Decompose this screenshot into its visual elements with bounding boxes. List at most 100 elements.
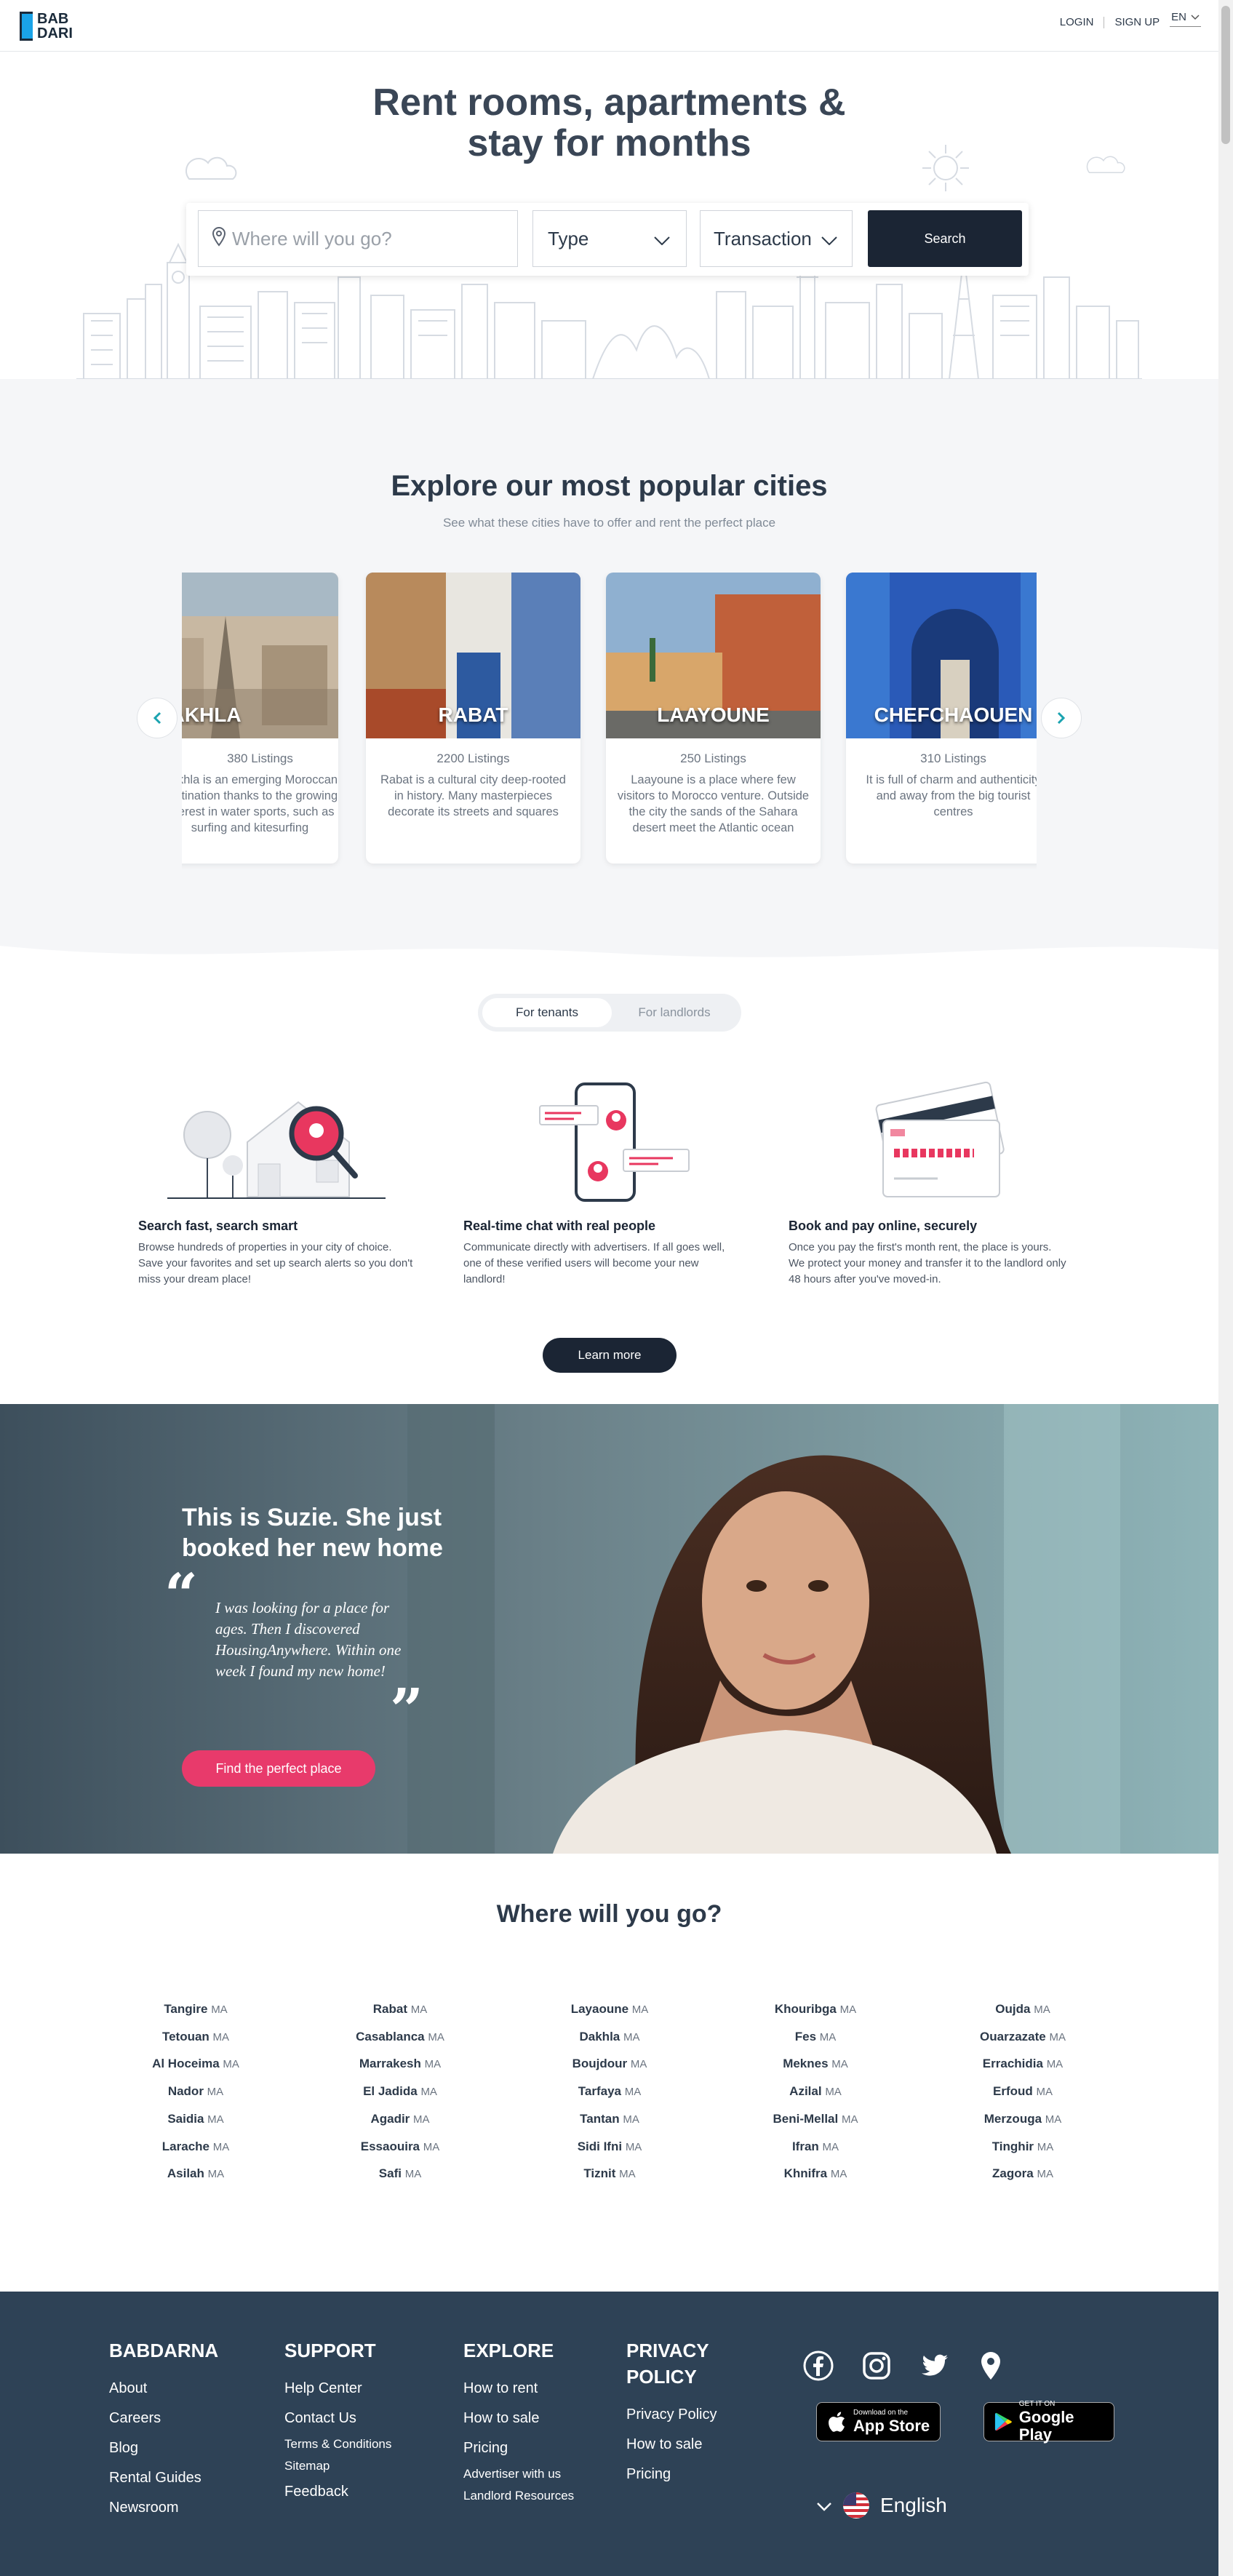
footer-link-how-to-rent[interactable]: How to rent — [463, 2374, 574, 2404]
destination-link[interactable]: El Jadida MA — [306, 2078, 495, 2106]
destination-link[interactable]: Safi MA — [306, 2161, 495, 2188]
destination-link[interactable]: Merzouga MA — [928, 2106, 1117, 2134]
city-card-rabat[interactable]: RABAT 2200 Listings Rabat is a cultural … — [366, 573, 580, 864]
chevron-down-icon — [816, 2494, 832, 2517]
destination-link[interactable]: Essaouira MA — [306, 2134, 495, 2161]
google-play-badge[interactable]: GET IT ON Google Play — [983, 2400, 1114, 2444]
destination-link[interactable]: Tarfaya MA — [515, 2078, 704, 2106]
footer-link-rental-guides[interactable]: Rental Guides — [109, 2463, 218, 2493]
destination-link[interactable]: Casablanca MA — [306, 2024, 495, 2051]
app-store-badge[interactable]: Download on the App Store — [816, 2402, 941, 2441]
app-store-big-text: App Store — [853, 2417, 930, 2435]
carousel-next-button[interactable] — [1041, 698, 1082, 738]
chevron-left-icon — [153, 706, 161, 730]
scrollbar-thumb[interactable] — [1221, 6, 1230, 144]
footer-link-about[interactable]: About — [109, 2374, 218, 2404]
destination-link[interactable]: Al Hoceima MA — [101, 2051, 290, 2078]
logo-line-2: DARI — [37, 25, 73, 41]
destination-link[interactable]: Larache MA — [101, 2134, 290, 2161]
search-button[interactable]: Search — [868, 210, 1022, 267]
footer-link-pricing[interactable]: Pricing — [463, 2433, 574, 2463]
destination-link[interactable]: Ouarzazate MA — [928, 2024, 1117, 2051]
type-select[interactable]: Type — [532, 210, 687, 267]
destination-link[interactable]: Boujdour MA — [515, 2051, 704, 2078]
city-name: DAKHLA — [182, 703, 242, 726]
footer-link-terms[interactable]: Terms & Conditions — [284, 2433, 391, 2455]
tab-for-tenants[interactable]: For tenants — [482, 998, 612, 1027]
destination-link[interactable]: Asilah MA — [101, 2161, 290, 2188]
footer-link-blog[interactable]: Blog — [109, 2433, 218, 2463]
chevron-down-icon — [654, 228, 670, 250]
transaction-select-value: Transaction — [714, 227, 812, 250]
footer-link-pricing[interactable]: Pricing — [626, 2460, 717, 2489]
footer-heading: BABDARNA — [109, 2340, 219, 2361]
testimonial-quote: I was looking for a place for ages. Then… — [215, 1599, 402, 1680]
destination-link[interactable]: Erfoud MA — [928, 2078, 1117, 2106]
city-card-chefchaouen[interactable]: CHEFCHAOUEN 310 Listings It is full of c… — [846, 573, 1037, 864]
destination-link[interactable]: Saidia MA — [101, 2106, 290, 2134]
destination-link[interactable]: Rabat MA — [306, 1996, 495, 2024]
destination-link[interactable]: Khouribga MA — [721, 1996, 910, 2024]
footer-link-how-to-sale[interactable]: How to sale — [463, 2404, 574, 2433]
city-description: Dakhla is an emerging Moroccan destinati… — [182, 773, 338, 834]
destination-link[interactable]: Sidi Ifni MA — [515, 2134, 704, 2161]
chevron-right-icon — [1057, 706, 1066, 730]
destination-link[interactable]: Azilal MA — [721, 2078, 910, 2106]
page-scrollbar[interactable] — [1218, 0, 1233, 2576]
destination-link[interactable]: Zagora MA — [928, 2161, 1117, 2188]
feature-title: Book and pay online, securely — [789, 1219, 978, 1233]
destination-link[interactable]: Errachidia MA — [928, 2051, 1117, 2078]
credit-card-illustration — [875, 1081, 1005, 1197]
site-footer: BABDARNA About Careers Blog Rental Guide… — [0, 2292, 1218, 2576]
footer-link-help-center[interactable]: Help Center — [284, 2374, 391, 2404]
destination-input[interactable]: Where will you go? — [198, 210, 518, 267]
destination-link[interactable]: Nador MA — [101, 2078, 290, 2106]
footer-link-newsroom[interactable]: Newsroom — [109, 2493, 218, 2523]
destination-link[interactable]: Tiznit MA — [515, 2161, 704, 2188]
hero-section: Rent rooms, apartments & stay for months… — [0, 52, 1218, 379]
footer-language-selector[interactable]: English — [816, 2492, 947, 2519]
footer-link-how-to-sale[interactable]: How to sale — [626, 2430, 717, 2460]
destination-link[interactable]: Tetouan MA — [101, 2024, 290, 2051]
destination-link[interactable]: Layaoune MA — [515, 1996, 704, 2024]
feature-chat: Real-time chat with real people Communic… — [463, 1077, 743, 1288]
twitter-icon[interactable] — [919, 2350, 951, 2382]
footer-link-advertiser[interactable]: Advertiser with us — [463, 2463, 574, 2485]
instagram-icon[interactable] — [861, 2350, 893, 2382]
facebook-icon[interactable] — [802, 2350, 834, 2382]
destination-link[interactable]: Fes MA — [721, 2024, 910, 2051]
destination-link[interactable]: Beni-Mellal MA — [721, 2106, 910, 2134]
city-description: It is full of charm and authenticity and… — [866, 773, 1037, 818]
city-card-laayoune[interactable]: LAAYOUNE 250 Listings Laayoune is a plac… — [606, 573, 821, 864]
footer-link-privacy-policy[interactable]: Privacy Policy — [626, 2400, 717, 2430]
footer-column-explore: EXPLORE How to rent How to sale Pricing … — [463, 2337, 574, 2507]
destination-link[interactable]: Oujda MA — [928, 1996, 1117, 2024]
logo[interactable]: BAB DARI — [20, 12, 73, 41]
tab-for-landlords[interactable]: For landlords — [612, 998, 737, 1027]
find-perfect-place-button[interactable]: Find the perfect place — [182, 1750, 375, 1787]
destination-link[interactable]: Ifran MA — [721, 2134, 910, 2161]
learn-more-button[interactable]: Learn more — [543, 1338, 677, 1373]
audience-toggle: For tenants For landlords — [478, 994, 741, 1032]
destination-link[interactable]: Meknes MA — [721, 2051, 910, 2078]
destination-link[interactable]: Tinghir MA — [928, 2134, 1117, 2161]
destination-link[interactable]: Dakhla MA — [515, 2024, 704, 2051]
destination-link[interactable]: Khnifra MA — [721, 2161, 910, 2188]
destination-link[interactable]: Tangire MA — [101, 1996, 290, 2024]
city-card-dakhla[interactable]: DAKHLA 380 Listings Dakhla is an emergin… — [182, 573, 338, 864]
footer-link-landlord-resources[interactable]: Landlord Resources — [463, 2485, 574, 2507]
language-selector[interactable]: EN — [1170, 11, 1201, 27]
footer-link-careers[interactable]: Careers — [109, 2404, 218, 2433]
location-pin-icon[interactable] — [975, 2350, 1007, 2382]
destination-link[interactable]: Marrakesh MA — [306, 2051, 495, 2078]
destination-link[interactable]: Tantan MA — [515, 2106, 704, 2134]
footer-link-sitemap[interactable]: Sitemap — [284, 2455, 391, 2477]
transaction-select[interactable]: Transaction — [700, 210, 853, 267]
signup-link[interactable]: SIGN UP — [1114, 16, 1160, 28]
footer-link-feedback[interactable]: Feedback — [284, 2477, 391, 2507]
destination-link[interactable]: Agadir MA — [306, 2106, 495, 2134]
footer-column-privacy: PRIVACY POLICY Privacy Policy How to sale… — [626, 2337, 717, 2489]
footer-link-contact-us[interactable]: Contact Us — [284, 2404, 391, 2433]
carousel-prev-button[interactable] — [137, 698, 177, 738]
login-link[interactable]: LOGIN — [1060, 16, 1094, 28]
